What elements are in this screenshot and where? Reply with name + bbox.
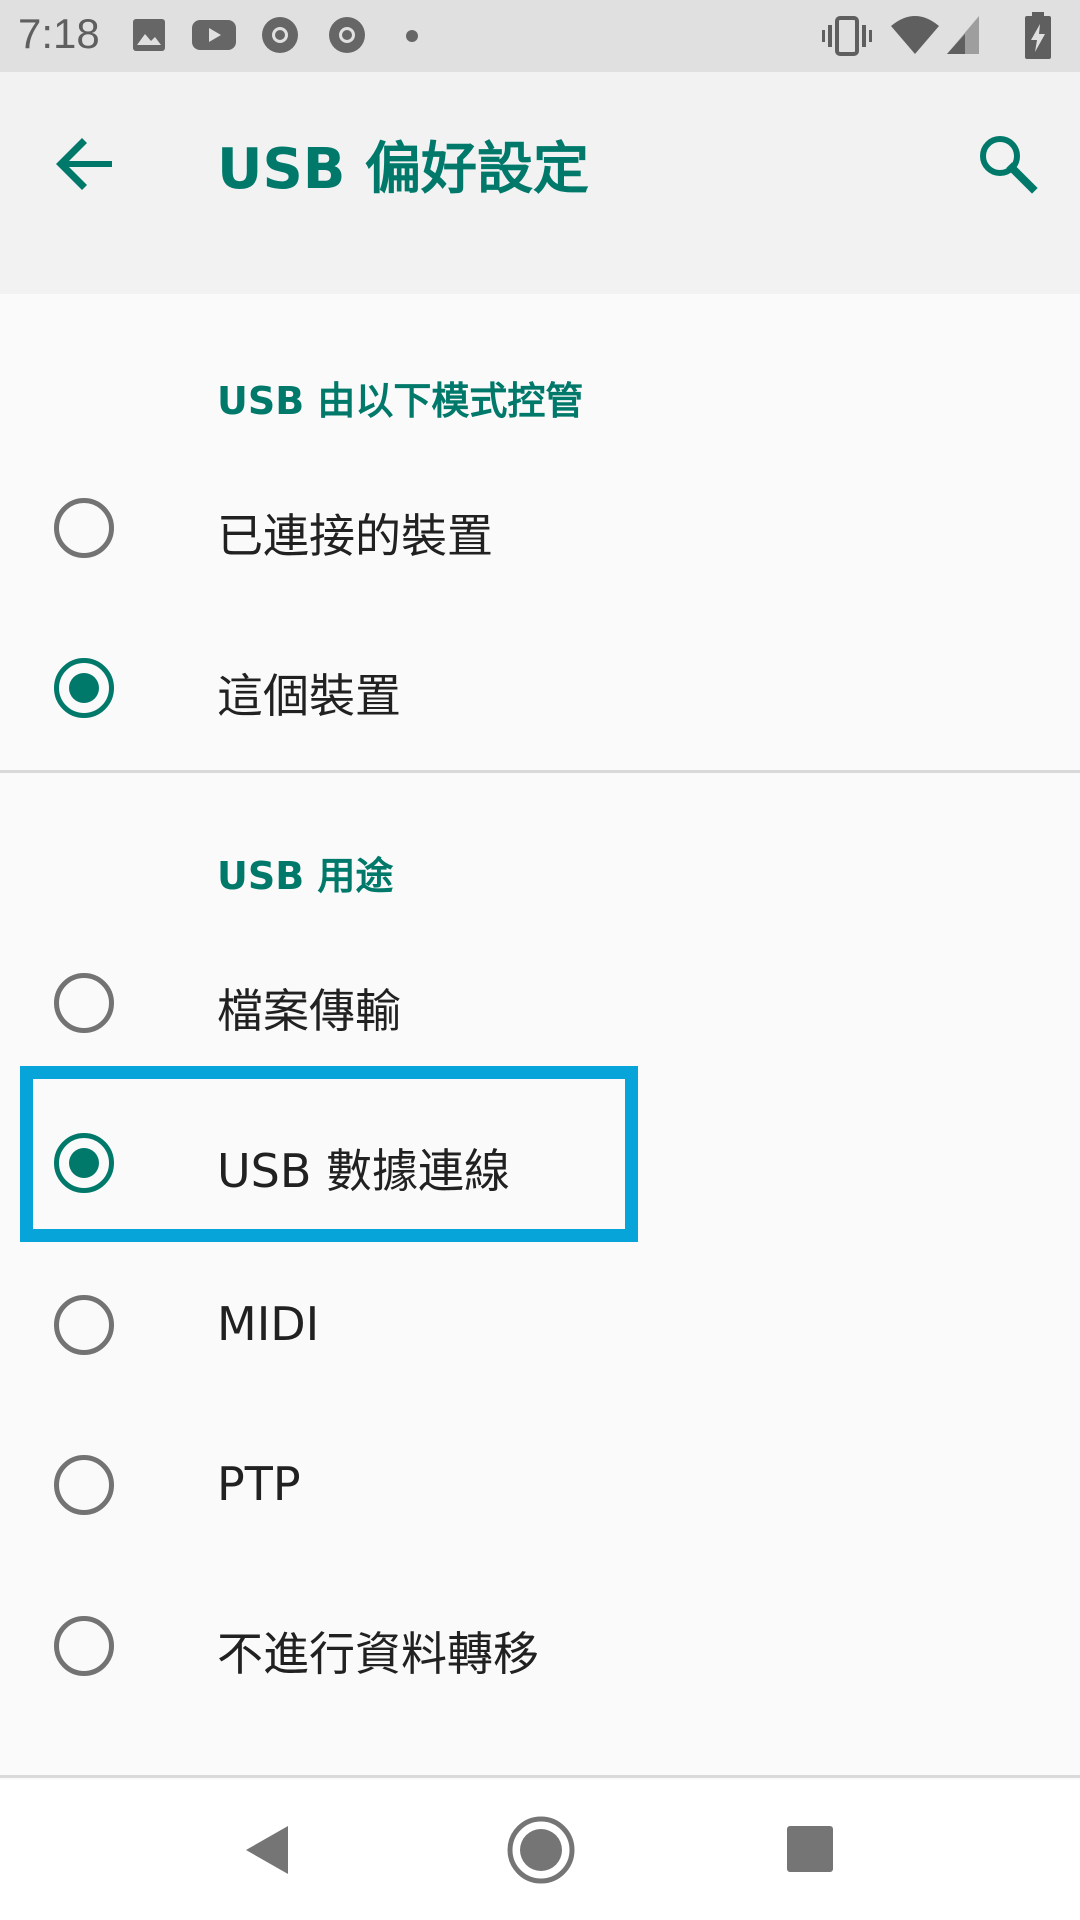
radio-button-checked[interactable] [54,658,114,718]
radio-option-connected-device[interactable]: 已連接的裝置 [0,448,1080,608]
youtube-icon [192,20,236,50]
highlight-box [20,1066,638,1242]
radio-button[interactable] [54,1616,114,1676]
section-title-usb-purpose: USB 用途 [217,854,394,898]
section-title-usb-controlled-by: USB 由以下模式控管 [217,379,584,423]
back-button[interactable] [44,124,124,204]
navigation-bar [0,1780,1080,1920]
radio-label: 已連接的裝置 [217,509,493,563]
back-triangle-icon[interactable] [240,1820,300,1880]
chrome-icon [329,17,365,53]
dot-icon [406,30,418,42]
radio-label: MIDI [217,1297,320,1351]
bottom-divider [0,1775,1080,1778]
image-icon [133,19,165,51]
radio-label: 檔案傳輸 [217,984,401,1038]
section-divider [0,770,1080,773]
radio-label: 不進行資料轉移 [217,1627,539,1681]
cell-signal-icon [947,16,979,54]
radio-option-no-data-transfer[interactable]: 不進行資料轉移 [0,1566,1080,1726]
radio-button[interactable] [54,973,114,1033]
radio-label: PTP [217,1457,301,1511]
radio-button[interactable] [54,1455,114,1515]
search-icon [980,136,1038,194]
chrome-icon [262,17,298,53]
radio-option-file-transfer[interactable]: 檔案傳輸 [0,923,1080,1083]
recents-square-icon[interactable] [785,1824,835,1874]
radio-button[interactable] [54,498,114,558]
radio-option-ptp[interactable]: PTP [0,1405,1080,1565]
vibrate-icon [822,16,872,56]
status-bar: 7:18 [0,0,1080,72]
arrow-back-icon [56,138,112,190]
radio-option-this-device[interactable]: 這個裝置 [0,608,1080,768]
wifi-icon [891,16,939,54]
radio-label: 這個裝置 [217,669,401,723]
battery-charging-icon [1025,12,1051,59]
status-time: 7:18 [18,10,100,57]
home-circle-icon[interactable] [505,1814,577,1886]
page-title: USB 偏好設定 [217,137,589,202]
app-bar: USB 偏好設定 [0,72,1080,294]
search-button[interactable] [968,124,1048,204]
radio-button[interactable] [54,1295,114,1355]
radio-option-midi[interactable]: MIDI [0,1245,1080,1405]
